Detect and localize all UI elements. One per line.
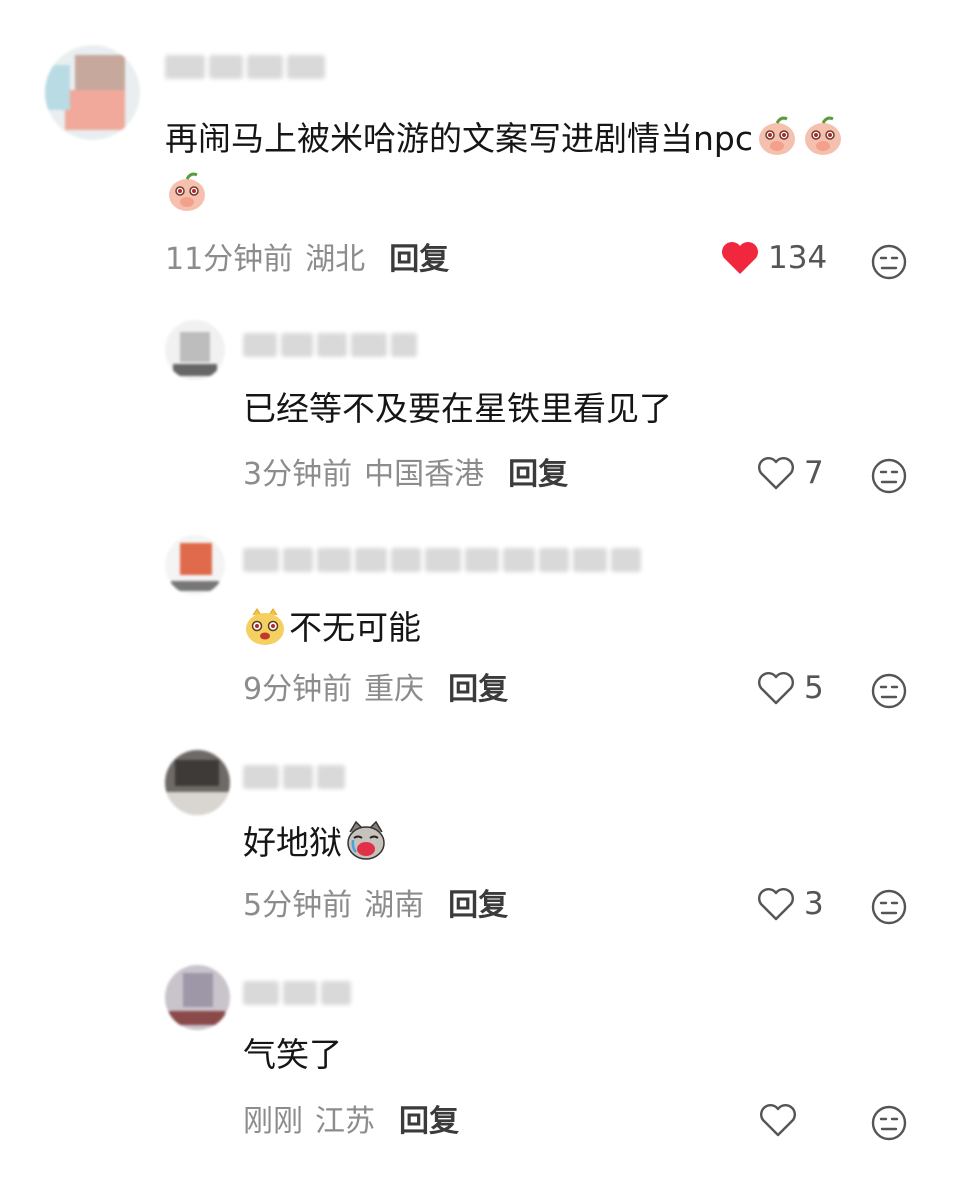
dislike-face-icon[interactable] bbox=[870, 888, 908, 926]
location: 中国香港 bbox=[364, 457, 485, 492]
comment-text-continued bbox=[165, 170, 209, 214]
comment-meta: 11分钟前 湖北 回复 bbox=[165, 240, 449, 280]
reply-button[interactable]: 回复 bbox=[448, 886, 508, 926]
reply-comment-item: 已经等不及要在星铁里看见了 3分钟前 中国香港 回复 7 bbox=[0, 300, 960, 515]
comment-text: 气笑了 bbox=[243, 1035, 342, 1074]
location: 湖北 bbox=[305, 242, 366, 277]
username[interactable] bbox=[243, 978, 351, 1008]
timestamp: 刚刚 bbox=[243, 1104, 303, 1139]
dislike-face-icon[interactable] bbox=[870, 243, 908, 281]
timestamp: 11分钟前 bbox=[165, 242, 294, 277]
username[interactable] bbox=[165, 52, 325, 82]
comment-text: 好地狱 bbox=[243, 818, 388, 866]
like-count: 7 bbox=[804, 455, 824, 491]
peach-cover-mouth-emoji bbox=[759, 116, 796, 155]
heart-icon bbox=[758, 672, 794, 705]
like-count: 5 bbox=[804, 670, 824, 706]
comment-text: 已经等不及要在星铁里看见了 bbox=[243, 389, 672, 428]
yellow-bear-emoji bbox=[246, 608, 284, 645]
comment-meta: 5分钟前 湖南 回复 bbox=[243, 886, 508, 926]
comment-meta: 刚刚 江苏 回复 bbox=[243, 1102, 459, 1142]
peach-cover-mouth-emoji bbox=[169, 172, 205, 211]
dislike-face-icon[interactable] bbox=[870, 457, 908, 495]
reply-button[interactable]: 回复 bbox=[448, 670, 508, 710]
like-button[interactable]: 134 bbox=[720, 240, 827, 276]
timestamp: 3分钟前 bbox=[243, 457, 353, 492]
like-button[interactable]: 5 bbox=[756, 670, 824, 706]
timestamp: 9分钟前 bbox=[243, 672, 353, 707]
reply-button[interactable]: 回复 bbox=[399, 1102, 459, 1142]
location: 江苏 bbox=[315, 1104, 375, 1139]
like-count: 134 bbox=[768, 240, 828, 276]
heart-icon bbox=[758, 888, 794, 921]
like-count: 3 bbox=[804, 886, 824, 922]
reply-comment-item: 好地狱 5分钟前 湖南 回复 3 bbox=[0, 730, 960, 950]
reply-comment-item: 不无可能 9分钟前 重庆 回复 5 bbox=[0, 515, 960, 730]
username[interactable] bbox=[243, 762, 345, 792]
location: 重庆 bbox=[364, 672, 425, 707]
heart-icon bbox=[722, 242, 758, 274]
avatar[interactable] bbox=[165, 320, 225, 380]
avatar[interactable] bbox=[45, 45, 140, 140]
avatar[interactable] bbox=[165, 750, 230, 815]
like-button[interactable]: 3 bbox=[756, 886, 824, 922]
username[interactable] bbox=[243, 330, 417, 360]
reply-comment-item: 气笑了 刚刚 江苏 回复 bbox=[0, 950, 960, 1190]
dislike-face-icon[interactable] bbox=[870, 1104, 908, 1142]
heart-icon bbox=[758, 457, 794, 490]
crying-cat-emoji bbox=[347, 820, 385, 860]
heart-icon bbox=[760, 1104, 796, 1137]
reply-button[interactable]: 回复 bbox=[389, 240, 449, 280]
location: 湖南 bbox=[364, 888, 425, 923]
peach-cover-mouth-emoji bbox=[805, 116, 842, 155]
avatar[interactable] bbox=[165, 535, 225, 595]
like-button[interactable]: 7 bbox=[756, 455, 824, 491]
username[interactable] bbox=[243, 545, 641, 575]
comment-meta: 3分钟前 中国香港 回复 bbox=[243, 455, 568, 495]
comment-text: 不无可能 bbox=[243, 603, 421, 651]
comment-text: 再闹马上被米哈游的文案写进剧情当npc bbox=[165, 114, 845, 162]
comment-item: 再闹马上被米哈游的文案写进剧情当npc 11分钟前 湖北 回复 134 bbox=[0, 0, 960, 300]
reply-button[interactable]: 回复 bbox=[508, 455, 568, 495]
comment-meta: 9分钟前 重庆 回复 bbox=[243, 670, 508, 710]
timestamp: 5分钟前 bbox=[243, 888, 353, 923]
avatar[interactable] bbox=[165, 965, 230, 1030]
dislike-face-icon[interactable] bbox=[870, 672, 908, 710]
like-button[interactable] bbox=[758, 1102, 806, 1138]
